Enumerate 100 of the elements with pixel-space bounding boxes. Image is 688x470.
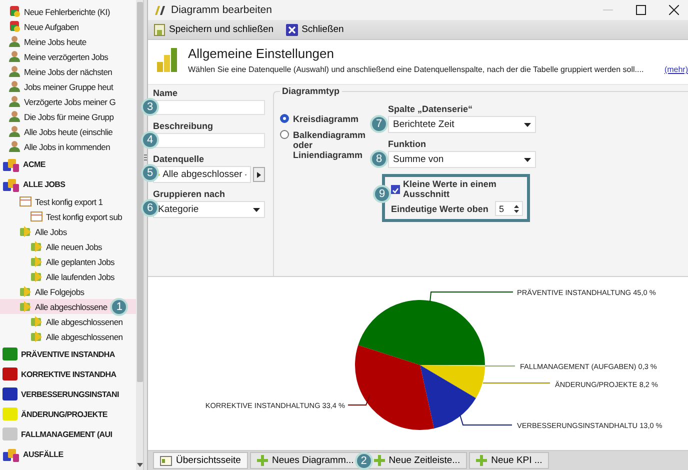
caret-icon xyxy=(253,208,260,212)
field-label: Datenquelle xyxy=(153,154,206,164)
plus-icon xyxy=(374,455,385,466)
jobs-icon xyxy=(19,225,32,238)
more-link[interactable]: (mehr) xyxy=(664,65,688,74)
jobs-icon xyxy=(30,240,43,253)
spin-arrows-icon xyxy=(514,204,519,214)
tab[interactable]: Neue Zeitleiste... xyxy=(366,452,468,469)
bar-chart-icon xyxy=(156,46,178,74)
checkbox[interactable]: Kleine Werte in einem Ausschnitt xyxy=(391,179,523,199)
arrow-button[interactable] xyxy=(253,167,265,182)
plus-icon xyxy=(476,455,488,466)
tree-item[interactable]: Meine Jobs der nächsten xyxy=(0,64,136,79)
tree-item[interactable]: Alle neuen Jobs xyxy=(0,239,136,254)
tree-item[interactable]: Alle abgeschlossene 1 xyxy=(0,299,136,314)
group-title: Diagrammtyp xyxy=(280,86,342,96)
category-icon xyxy=(2,426,18,442)
arrow-right-icon xyxy=(257,172,261,178)
page-icon xyxy=(160,456,172,466)
field-label: Funktion xyxy=(388,139,427,149)
tree-item[interactable]: Neue Fehlerberichte (KI) xyxy=(0,4,136,19)
tree-item[interactable]: ACME xyxy=(0,154,136,174)
caret-icon xyxy=(524,158,531,162)
radio-option[interactable]: Kreisdiagramm xyxy=(280,114,359,124)
text-field[interactable] xyxy=(153,100,265,115)
dropdown[interactable]: Summe von xyxy=(388,151,536,168)
person-icon xyxy=(8,50,21,63)
category-icon xyxy=(2,386,18,402)
jobs-icon xyxy=(30,330,43,343)
group-icon xyxy=(2,156,20,172)
tree-item[interactable]: Die Jobs für meine Grupp xyxy=(0,109,136,124)
leader-line xyxy=(348,394,370,406)
person-icon xyxy=(8,95,21,108)
group-icon xyxy=(2,176,20,192)
number-field[interactable]: 5 xyxy=(495,201,523,216)
leader-line xyxy=(460,414,512,426)
flag-icon xyxy=(8,5,21,18)
tree-item[interactable]: Meine verzögerten Jobs xyxy=(0,49,136,64)
scroll-down-icon[interactable] xyxy=(136,463,142,467)
tree-item[interactable]: Alle Jobs xyxy=(0,224,136,239)
tree-item[interactable]: Alle abgeschlossenen xyxy=(0,329,136,344)
tab[interactable]: Neue KPI ... xyxy=(469,452,550,469)
dropdown[interactable]: Berichtete Zeit xyxy=(388,116,536,133)
tree-item[interactable]: Alle abgeschlossenen xyxy=(0,314,136,329)
dropdown[interactable]: Kategorie xyxy=(153,201,265,218)
section-title: Allgemeine Einstellungen xyxy=(188,46,335,61)
grip-icon[interactable] xyxy=(144,154,147,161)
tree-item[interactable]: VERBESSERUNGSINSTANI xyxy=(0,384,136,404)
tree-item[interactable]: Jobs meiner Gruppe heut xyxy=(0,79,136,94)
dropdown[interactable]: Alle abgeschlosser xyxy=(153,166,251,183)
field-label: Eindeutige Werte oben xyxy=(391,204,488,214)
check-icon xyxy=(392,186,399,194)
description-text: Wählen Sie eine Datenquelle (Auswahl) und anschließend eine Datenquellenspalte, nach der die Tabelle gruppiert werden soll.... xyxy=(188,65,644,74)
category-icon xyxy=(2,366,18,382)
tree-item[interactable]: Alle Folgejobs xyxy=(0,284,136,299)
tree-item[interactable]: Test konfig export 1 xyxy=(0,194,136,209)
jobs-icon xyxy=(30,255,43,268)
text-field[interactable] xyxy=(153,133,265,148)
tree-item[interactable]: AUSFÄLLE xyxy=(0,444,136,464)
tree-item[interactable]: Neue Aufgaben xyxy=(0,19,136,34)
tree-item[interactable]: Meine Jobs heute xyxy=(0,34,136,49)
group-icon xyxy=(2,446,20,462)
tree-item[interactable]: PRÄVENTIVE INSTANDHA xyxy=(0,344,136,364)
tree-item[interactable]: Test konfig export sub xyxy=(0,209,136,224)
person-icon xyxy=(8,35,21,48)
close-icon xyxy=(669,5,679,15)
tree-item[interactable]: KORREKTIVE INSTANDHA xyxy=(0,364,136,384)
category-icon xyxy=(2,346,18,362)
tree-item[interactable]: Alle Jobs heute (einschlie xyxy=(0,124,136,139)
jobs-icon xyxy=(30,315,43,328)
tree-item[interactable]: FALLMANAGEMENT (AUI xyxy=(0,424,136,444)
scrollbar-thumb[interactable] xyxy=(136,2,142,382)
tree-item[interactable]: Alle laufenden Jobs xyxy=(0,269,136,284)
callout-badge: 9 xyxy=(373,185,391,203)
jobs-icon xyxy=(30,270,43,283)
table-icon xyxy=(19,195,32,208)
table-icon xyxy=(30,210,43,223)
jobs-icon xyxy=(19,300,32,313)
field-label: Beschreibung xyxy=(153,121,214,131)
tree-item[interactable]: ALLE JOBS xyxy=(0,174,136,194)
tab[interactable]: Neues Diagramm... xyxy=(250,452,361,469)
close-icon xyxy=(286,24,298,36)
tab[interactable]: Übersichtsseite xyxy=(153,452,248,469)
tree-item[interactable]: Alle geplanten Jobs xyxy=(0,254,136,269)
window-title: Diagramm bearbeiten xyxy=(171,4,273,16)
save-button[interactable]: Speichern und schließen xyxy=(152,21,276,38)
field-label: Gruppieren nach xyxy=(153,189,226,199)
person-icon xyxy=(8,110,21,123)
chart-icon xyxy=(154,4,166,16)
callout-badge: 1 xyxy=(110,298,128,316)
person-icon xyxy=(8,65,21,78)
close-button[interactable]: Schließen xyxy=(284,21,346,38)
callout-badge: 7 xyxy=(370,115,388,133)
tree-item[interactable]: Verzögerte Jobs meiner G xyxy=(0,94,136,109)
tree-item[interactable]: Alle Jobs in kommenden xyxy=(0,139,136,154)
category-icon xyxy=(2,406,18,422)
jobs-icon xyxy=(19,285,32,298)
tree-item[interactable]: ÄNDERUNG/PROJEKTE xyxy=(0,404,136,424)
field-label: Spalte „Datenserie“ xyxy=(388,104,474,114)
callout-badge: 8 xyxy=(370,150,388,168)
